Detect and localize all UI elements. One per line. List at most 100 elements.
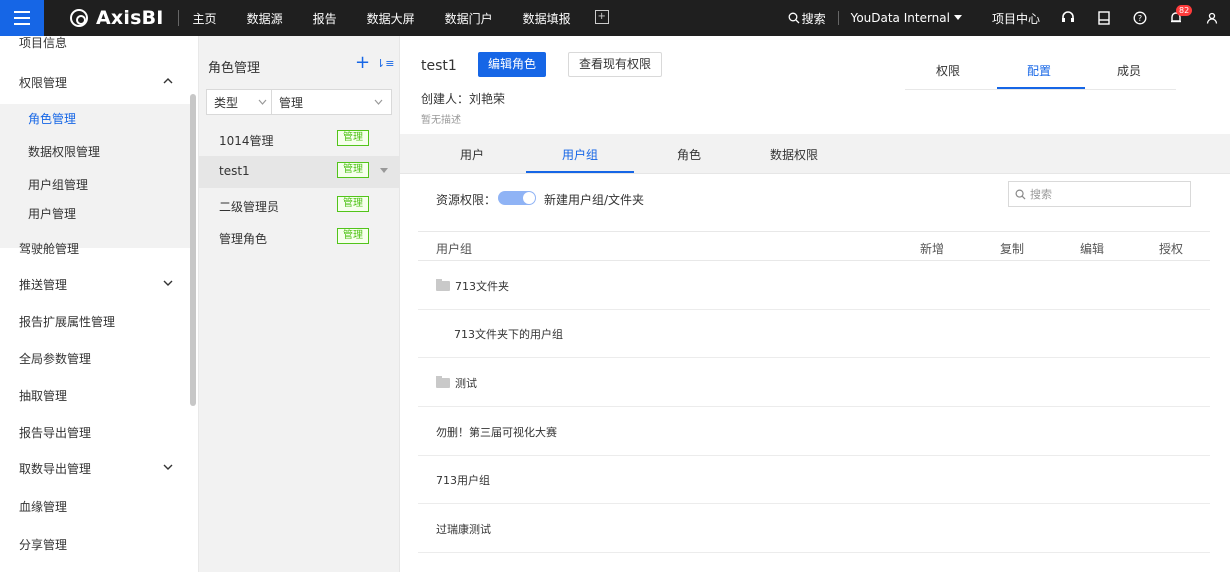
- role-name: 管理角色: [219, 232, 268, 246]
- type-value-select[interactable]: 管理: [271, 89, 392, 115]
- role-item[interactable]: 二级管理员 管理: [199, 190, 399, 222]
- sidebar-item-lineage[interactable]: 血缘管理: [19, 498, 67, 515]
- row-name: 713文件夹下的用户组: [454, 328, 563, 341]
- sidebar-scrollbar[interactable]: [190, 94, 196, 406]
- type-select[interactable]: 类型: [206, 89, 274, 115]
- tab-user-groups[interactable]: 用户组: [562, 146, 598, 163]
- chevron-up-icon[interactable]: [163, 76, 173, 86]
- folder-icon: [436, 279, 450, 291]
- role-detail: test1 编辑角色 查看现有权限 创建人：刘艳荣 暂无描述 权限 配置 成员 …: [400, 36, 1230, 572]
- resource-permission-label: 资源权限：: [436, 193, 497, 207]
- role-panel: 角色管理 + ⇂≡ 类型 管理 1014管理 管理 test1 管理 二级管理员…: [199, 36, 400, 572]
- search-input[interactable]: 搜索: [1008, 181, 1191, 207]
- top-search-button[interactable]: 搜索: [788, 10, 826, 27]
- nav-datasource[interactable]: 数据源: [247, 10, 283, 27]
- bookmark-icon[interactable]: [1096, 10, 1112, 26]
- nav-home[interactable]: 主页: [193, 10, 217, 27]
- sidebar-item-data-permission[interactable]: 数据权限管理: [28, 143, 100, 160]
- row-name: 过瑞康测试: [436, 523, 491, 536]
- table-row[interactable]: 713文件夹: [418, 262, 1210, 310]
- sidebar-item-role-management[interactable]: 角色管理: [28, 110, 76, 127]
- table-row[interactable]: 713用户组: [418, 456, 1210, 504]
- tab-data-permissions[interactable]: 数据权限: [770, 146, 818, 163]
- sidebar-item-user[interactable]: 用户管理: [28, 205, 76, 222]
- edit-role-button[interactable]: 编辑角色: [478, 52, 547, 77]
- column-grant: 授权: [1159, 242, 1184, 256]
- svg-text:?: ?: [1138, 14, 1142, 23]
- sidebar-item-project-info[interactable]: 项目信息: [19, 36, 67, 51]
- bell-icon[interactable]: 82: [1168, 5, 1193, 26]
- search-icon: [788, 12, 800, 24]
- column-edit: 编辑: [1080, 242, 1105, 256]
- table-row[interactable]: 过瑞康测试: [418, 505, 1210, 553]
- chevron-down-icon[interactable]: [163, 462, 173, 472]
- sort-icon[interactable]: ⇂≡: [376, 57, 394, 70]
- tab-roles[interactable]: 角色: [677, 146, 701, 163]
- sidebar-item-fetch-export[interactable]: 取数导出管理: [19, 460, 91, 477]
- role-name: test1: [219, 164, 250, 178]
- sidebar-item-global-params[interactable]: 全局参数管理: [19, 350, 91, 367]
- role-name: 二级管理员: [219, 200, 280, 214]
- sidebar-item-share[interactable]: 分享管理: [19, 536, 67, 553]
- folder-icon: [436, 376, 450, 388]
- divider: [837, 11, 839, 25]
- column-copy: 复制: [1000, 242, 1025, 256]
- nav-fill[interactable]: 数据填报: [523, 10, 571, 27]
- nav-report[interactable]: 报告: [313, 10, 337, 27]
- nav-big-screen[interactable]: 数据大屏: [367, 10, 415, 27]
- sidebar: 项目信息 权限管理 角色管理 数据权限管理 用户组管理 用户管理 驾驶舱管理 推…: [0, 36, 199, 572]
- tab-permissions[interactable]: 权限: [936, 62, 960, 79]
- role-item[interactable]: 管理角色 管理: [199, 222, 399, 254]
- row-name-cell: 713文件夹: [436, 278, 509, 294]
- nav-portal[interactable]: 数据门户: [445, 10, 493, 27]
- row-name: 713文件夹: [455, 280, 509, 293]
- headset-icon[interactable]: [1060, 10, 1076, 26]
- column-add: 新增: [920, 242, 945, 256]
- sidebar-group-permissions[interactable]: 权限管理: [19, 74, 67, 91]
- row-name: 713用户组: [436, 474, 490, 487]
- chevron-down-icon[interactable]: [163, 278, 173, 288]
- caret-down-icon: [953, 15, 962, 20]
- type-select-value: 类型: [214, 95, 239, 110]
- resource-permission-text: 新建用户组/文件夹: [544, 193, 645, 207]
- table-row[interactable]: 713文件夹下的用户组: [418, 310, 1210, 358]
- table-row[interactable]: 测试: [418, 359, 1210, 407]
- logo[interactable]: AxisBI: [70, 7, 164, 29]
- view-permissions-button[interactable]: 查看现有权限: [568, 52, 663, 77]
- sidebar-item-cockpit[interactable]: 驾驶舱管理: [19, 240, 79, 257]
- tab-members[interactable]: 成员: [1117, 62, 1141, 79]
- role-name-heading: test1: [421, 58, 457, 74]
- role-type-tag: 管理: [337, 162, 369, 178]
- project-center-link[interactable]: 项目中心: [992, 10, 1040, 27]
- search-placeholder: 搜索: [1030, 188, 1052, 201]
- role-item-selected[interactable]: test1 管理: [199, 156, 399, 188]
- resource-permission-toggle[interactable]: [498, 191, 536, 205]
- creator-label: 创建人：刘艳荣: [421, 92, 506, 106]
- sidebar-item-extraction[interactable]: 抽取管理: [19, 387, 67, 404]
- user-icon[interactable]: [1204, 10, 1220, 26]
- sidebar-item-user-group[interactable]: 用户组管理: [28, 176, 88, 193]
- role-item[interactable]: 1014管理 管理: [199, 124, 399, 156]
- add-role-button[interactable]: +: [355, 54, 370, 72]
- tab-config[interactable]: 配置: [1027, 62, 1051, 79]
- chevron-down-icon: [374, 99, 383, 105]
- top-nav: 主页 数据源 报告 数据大屏 数据门户 数据填报 +: [193, 9, 609, 27]
- top-bar: AxisBI 主页 数据源 报告 数据大屏 数据门户 数据填报 + 搜索 You…: [0, 0, 1230, 36]
- add-icon[interactable]: +: [594, 9, 609, 24]
- caret-down-icon[interactable]: [380, 168, 388, 173]
- row-name-cell: 勿删！第三届可视化大赛: [436, 424, 557, 440]
- menu-icon[interactable]: [0, 0, 44, 36]
- help-icon[interactable]: ?: [1132, 10, 1148, 26]
- active-subtab-indicator: [526, 171, 634, 173]
- sidebar-item-push[interactable]: 推送管理: [19, 276, 67, 293]
- row-name-cell: 过瑞康测试: [436, 521, 491, 537]
- chevron-down-icon: [258, 99, 267, 105]
- role-name: 1014管理: [219, 134, 274, 148]
- sidebar-item-report-export[interactable]: 报告导出管理: [19, 424, 91, 441]
- search-icon: [1015, 189, 1026, 200]
- table-row[interactable]: 勿删！第三届可视化大赛: [418, 408, 1210, 456]
- sidebar-item-report-extension[interactable]: 报告扩展属性管理: [19, 313, 115, 330]
- row-name: 测试: [455, 377, 477, 390]
- tab-users[interactable]: 用户: [460, 146, 484, 163]
- org-switcher[interactable]: YouData Internal: [851, 11, 962, 25]
